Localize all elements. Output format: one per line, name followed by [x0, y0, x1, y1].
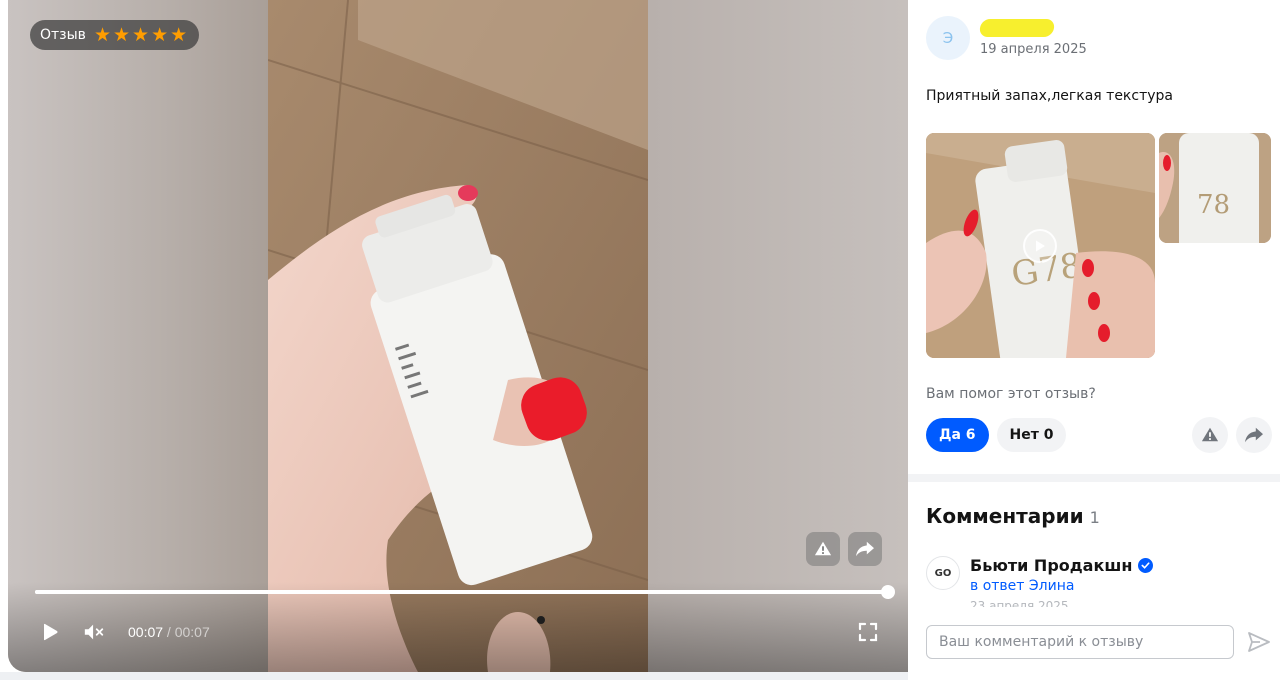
- comments-count: 1: [1089, 508, 1100, 527]
- report-icon: [1201, 427, 1219, 442]
- svg-text:78: 78: [1197, 190, 1230, 220]
- video-player[interactable]: Отзыв ★ ★ ★ ★ ★ 00:07 / 00:07: [8, 0, 908, 672]
- video-progress-bar[interactable]: [35, 585, 895, 599]
- comment-author[interactable]: Бьюти Продакшн: [970, 556, 1154, 575]
- comment-reply-to[interactable]: в ответ Элина: [970, 578, 1153, 594]
- comments-heading: Комментарии 1: [926, 504, 1100, 528]
- video-blur-left: [8, 0, 268, 672]
- share-icon: [856, 541, 874, 557]
- review-badge-label: Отзыв: [40, 27, 86, 43]
- send-icon: [1248, 632, 1270, 652]
- author-name[interactable]: Э: [978, 19, 1060, 39]
- verified-icon: [1138, 558, 1154, 573]
- video-frame-image: [268, 0, 648, 672]
- play-icon: [1036, 240, 1045, 252]
- comment-input[interactable]: [926, 625, 1234, 659]
- photo-thumbnail-image: 78: [1159, 133, 1271, 243]
- send-comment-button[interactable]: [1242, 625, 1276, 659]
- video-control-row: 00:07 / 00:07: [38, 620, 880, 644]
- page-bottom-strip: [0, 672, 908, 680]
- mute-icon: [84, 624, 104, 640]
- vote-row: Да 6 Нет 0: [926, 417, 1272, 453]
- comment-composer: [908, 614, 1280, 680]
- author-name-redaction: [978, 19, 1056, 37]
- video-duration: 00:07: [174, 624, 210, 640]
- star-icon: ★: [132, 23, 150, 46]
- video-current-time: 00:07: [128, 624, 164, 640]
- star-icon: ★: [93, 23, 111, 46]
- video-time-separator: /: [163, 624, 175, 640]
- share-icon: [1245, 427, 1263, 443]
- video-progress-fill: [35, 590, 888, 594]
- comment-date: 23 апреля 2025: [970, 599, 1069, 607]
- review-date: 19 апреля 2025: [980, 42, 1087, 57]
- author-avatar[interactable]: Э: [926, 16, 970, 60]
- video-controls: 00:07 / 00:07: [8, 582, 908, 672]
- fullscreen-button[interactable]: [856, 620, 880, 644]
- video-time: 00:07 / 00:07: [128, 624, 210, 640]
- comment-author-avatar[interactable]: GO: [926, 556, 960, 590]
- video-progress-handle[interactable]: [881, 585, 895, 599]
- mute-button[interactable]: [82, 620, 106, 644]
- check-icon: [1141, 562, 1150, 569]
- share-review-button[interactable]: [1236, 417, 1272, 453]
- review-video-thumbnail[interactable]: G78: [926, 133, 1155, 358]
- video-share-button[interactable]: [848, 532, 882, 566]
- thumbnail-play-button[interactable]: [1023, 229, 1057, 263]
- helpful-question: Вам помог этот отзыв?: [926, 386, 1096, 402]
- play-icon: [44, 623, 58, 641]
- play-button[interactable]: [38, 620, 62, 644]
- video-report-button[interactable]: [806, 532, 840, 566]
- star-icon: ★: [151, 23, 169, 46]
- video-blur-right: [648, 0, 908, 672]
- vote-yes-button[interactable]: Да 6: [926, 418, 989, 452]
- review-text: Приятный запах,легкая текстура: [926, 88, 1173, 104]
- star-icon: ★: [112, 23, 131, 46]
- star-icon: ★: [170, 23, 188, 46]
- comment-author-name: Бьюти Продакшн: [970, 556, 1133, 575]
- report-review-button[interactable]: [1192, 417, 1228, 453]
- video-frame[interactable]: [268, 0, 648, 672]
- comment-item: GO Бьюти Продакшн в ответ Элина 23 апрел…: [926, 556, 1154, 607]
- video-actions: [806, 532, 882, 566]
- report-icon: [814, 541, 832, 556]
- rating-stars: ★ ★ ★ ★ ★: [93, 23, 188, 46]
- vote-no-button[interactable]: Нет 0: [996, 418, 1067, 452]
- review-rating-badge: Отзыв ★ ★ ★ ★ ★: [30, 20, 200, 50]
- section-divider: [908, 474, 1280, 482]
- comments-title: Комментарии: [926, 504, 1084, 528]
- fullscreen-icon: [858, 622, 878, 642]
- review-photo-thumbnail[interactable]: 78: [1159, 133, 1271, 243]
- review-panel: Э Э 19 апреля 2025 Приятный запах,легкая…: [908, 0, 1280, 680]
- review-viewer: Отзыв ★ ★ ★ ★ ★ 00:07 / 00:07 Э 19 апрел…: [0, 0, 1280, 680]
- review-author: Э Э 19 апреля 2025: [926, 16, 1087, 60]
